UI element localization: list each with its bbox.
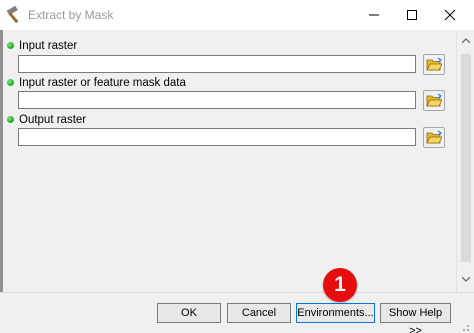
required-indicator-icon [7,42,14,49]
scroll-thumb[interactable] [461,54,471,262]
scroll-up-icon[interactable] [462,38,470,44]
step-callout-badge: 1 [323,268,357,302]
minimize-icon [369,14,379,16]
title-bar: Extract by Mask [0,0,474,30]
folder-open-icon [426,130,442,144]
output-raster-field[interactable] [18,128,416,146]
environments-button[interactable]: Environments... [296,303,375,323]
show-help-button[interactable]: Show Help >> [380,303,451,333]
maximize-icon [407,10,417,20]
minimize-button[interactable] [355,0,393,30]
input-raster-label: Input raster [19,40,78,52]
output-raster-browse-button[interactable] [423,127,445,148]
dialog-body [0,30,474,333]
mask-data-browse-button[interactable] [423,90,445,111]
close-icon [444,9,456,21]
output-raster-label: Output raster [19,114,87,126]
input-raster-field[interactable] [18,55,416,73]
vertical-scrollbar[interactable] [456,30,474,292]
mask-data-label: Input raster or feature mask data [19,77,186,89]
cancel-button[interactable]: Cancel [227,303,291,323]
required-indicator-icon [7,79,14,86]
folder-open-icon [426,57,442,71]
close-button[interactable] [431,0,469,30]
folder-open-icon [426,93,442,107]
maximize-button[interactable] [393,0,431,30]
mask-data-field[interactable] [18,91,416,109]
ok-button[interactable]: OK [157,303,221,323]
hammer-icon [5,5,25,25]
window-title: Extract by Mask [28,8,114,22]
input-raster-browse-button[interactable] [423,54,445,75]
scroll-down-icon[interactable] [462,276,470,282]
required-indicator-icon [7,116,14,123]
window-border [0,30,3,333]
resize-grip-icon[interactable] [458,322,470,332]
